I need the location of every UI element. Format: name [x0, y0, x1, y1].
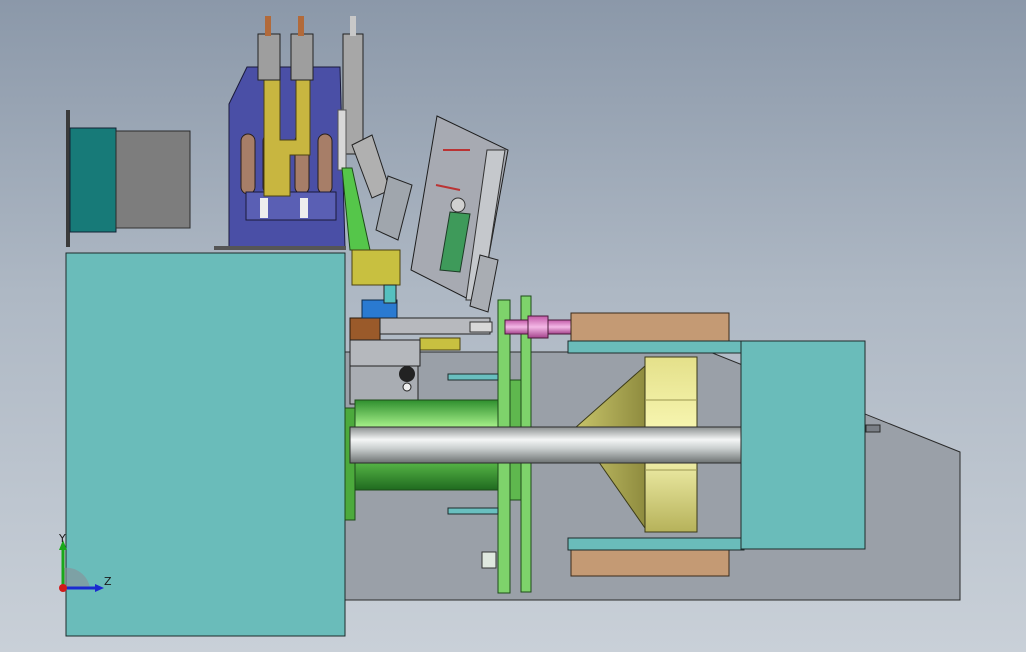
- blue-bracket-assembly[interactable]: [214, 16, 364, 250]
- motor-assembly[interactable]: [66, 110, 191, 247]
- tailstock-housing[interactable]: [740, 340, 866, 550]
- z-axis-label: Z: [104, 575, 112, 588]
- main-shaft[interactable]: [349, 426, 742, 464]
- pink-guide-rod[interactable]: [504, 315, 572, 339]
- assembly-drawing[interactable]: Y Z: [0, 0, 1026, 652]
- cad-viewport[interactable]: Y Z: [0, 0, 1026, 652]
- y-axis-label: Y: [58, 532, 66, 545]
